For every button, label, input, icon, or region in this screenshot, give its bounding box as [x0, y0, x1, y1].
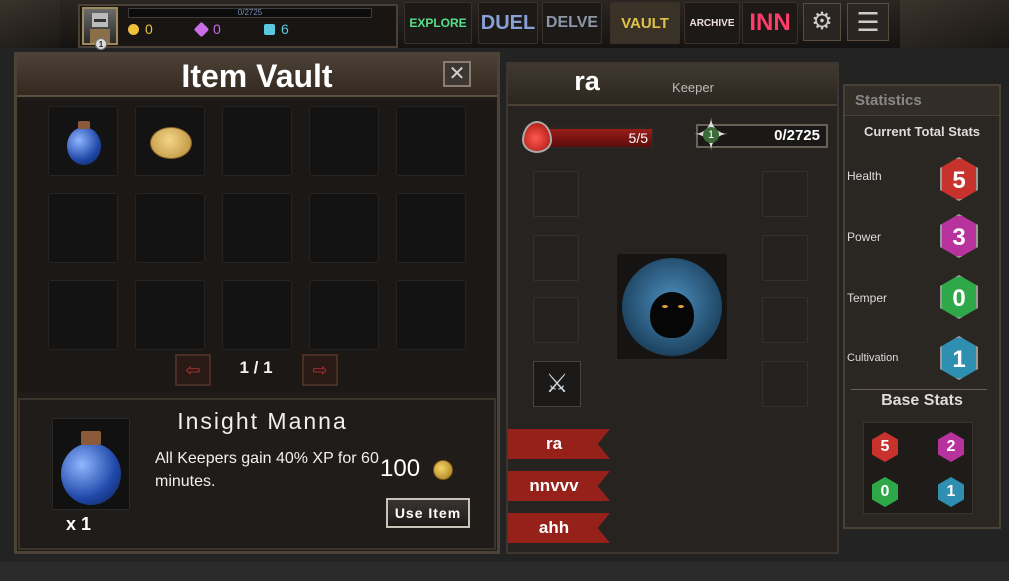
crystal-icon	[264, 24, 275, 35]
vault-slot[interactable]	[48, 193, 118, 263]
vault-slot[interactable]	[396, 280, 466, 350]
item-price: 100	[380, 455, 421, 482]
equip-slot-boots[interactable]	[762, 297, 808, 343]
item-count: x 1	[66, 514, 92, 534]
gem-icon	[193, 21, 210, 38]
keeper-tab[interactable]: ahh	[508, 513, 610, 543]
close-icon[interactable]: ✕	[443, 61, 471, 87]
left-wing-ornament	[0, 0, 60, 48]
stat-label-temper: Temper	[847, 291, 888, 305]
prev-page-arrow-icon[interactable]: ⇦	[175, 354, 211, 386]
delve-label: DELVE	[545, 14, 599, 31]
next-page-arrow-icon[interactable]: ⇨	[302, 354, 338, 386]
base-stats-title: Base Stats	[881, 392, 963, 409]
hamburger-menu-icon[interactable]: ☰	[847, 3, 889, 41]
vault-slot[interactable]	[396, 193, 466, 263]
bottom-strip	[0, 562, 1009, 581]
vault-slot[interactable]	[135, 193, 205, 263]
blue-potion-icon	[61, 443, 121, 505]
vault-slot[interactable]	[309, 193, 379, 263]
keeper-role: Keeper	[672, 80, 714, 95]
vault-button[interactable]: VAULT	[610, 2, 680, 44]
current-stats-title: Current Total Stats	[863, 124, 981, 139]
gold-counter: 0	[128, 20, 153, 38]
explore-button[interactable]: EXPLORE	[404, 2, 472, 44]
statistics-title: Statistics	[855, 92, 922, 109]
archive-button[interactable]: ARCHIVE	[684, 2, 740, 44]
potion-cork	[78, 121, 90, 129]
gem-counter: 0	[193, 20, 221, 38]
vault-slot[interactable]	[48, 280, 118, 350]
vault-slot-coin[interactable]	[135, 106, 205, 176]
vault-slot[interactable]	[222, 280, 292, 350]
vault-title: Item Vault	[181, 58, 333, 94]
crystal-value: 6	[281, 21, 289, 37]
vault-slot[interactable]	[135, 280, 205, 350]
inn-label: INN	[749, 9, 791, 36]
archive-label: ARCHIVE	[689, 17, 735, 29]
stats-divider	[851, 389, 987, 390]
item-name: Insight Manna	[177, 408, 348, 434]
equip-slot-legs[interactable]	[762, 235, 808, 281]
explore-label: EXPLORE	[409, 16, 467, 30]
eye-icon	[662, 305, 668, 308]
gem-value: 0	[213, 21, 221, 37]
vault-label: VAULT	[621, 14, 669, 32]
duel-button[interactable]: DUEL	[478, 2, 538, 44]
page-indicator: 1 / 1	[239, 358, 273, 377]
gold-coin-item-icon	[150, 127, 192, 159]
vault-slot[interactable]	[222, 193, 292, 263]
right-wing-ornament	[900, 0, 1009, 48]
vault-slot-potion[interactable]	[48, 106, 118, 176]
crystal-counter: 6	[264, 20, 289, 38]
potion-cork	[81, 431, 101, 445]
gold-value: 0	[145, 21, 153, 37]
player-xp-bar: 0/2725	[128, 8, 372, 18]
equip-slot-gloves[interactable]	[533, 297, 579, 343]
stat-label-cultivation: Cultivation	[847, 352, 899, 364]
item-description: All Keepers gain 40% XP for 60 minutes.	[155, 450, 379, 490]
vault-slot[interactable]	[309, 280, 379, 350]
player-level-badge: 1	[95, 38, 107, 50]
gold-coin-icon	[433, 460, 453, 480]
duel-label: DUEL	[480, 11, 536, 34]
blood-drop-icon	[522, 121, 552, 153]
settings-gear-icon[interactable]: ⚙	[803, 3, 841, 41]
keeper-tab[interactable]: nnvvv	[508, 471, 610, 501]
keeper-name: ra	[574, 66, 600, 96]
hood-shadow	[650, 292, 694, 338]
equip-slot-helm[interactable]	[533, 171, 579, 217]
delve-button[interactable]: DELVE	[542, 2, 602, 44]
stat-label-power: Power	[847, 230, 882, 244]
vault-slot[interactable]	[222, 106, 292, 176]
stat-label-health: Health	[847, 169, 882, 183]
gold-coin-icon	[128, 24, 139, 35]
equip-slot-armor[interactable]	[762, 171, 808, 217]
inn-button[interactable]: INN	[742, 2, 798, 44]
keeper-tab[interactable]: ra	[508, 429, 610, 459]
vault-slot[interactable]	[309, 106, 379, 176]
selected-item-slot	[52, 418, 130, 510]
blue-potion-icon	[67, 127, 101, 165]
keeper-level: 1	[703, 127, 719, 143]
use-item-button[interactable]: Use Item	[386, 498, 470, 528]
equip-slot-offhand[interactable]	[762, 361, 808, 407]
sword-icon: ⚔	[545, 368, 569, 398]
vault-slot[interactable]	[396, 106, 466, 176]
equip-slot-weapon[interactable]: ⚔	[533, 361, 581, 407]
equip-slot-cloak[interactable]	[533, 235, 579, 281]
eye-icon	[678, 305, 684, 308]
